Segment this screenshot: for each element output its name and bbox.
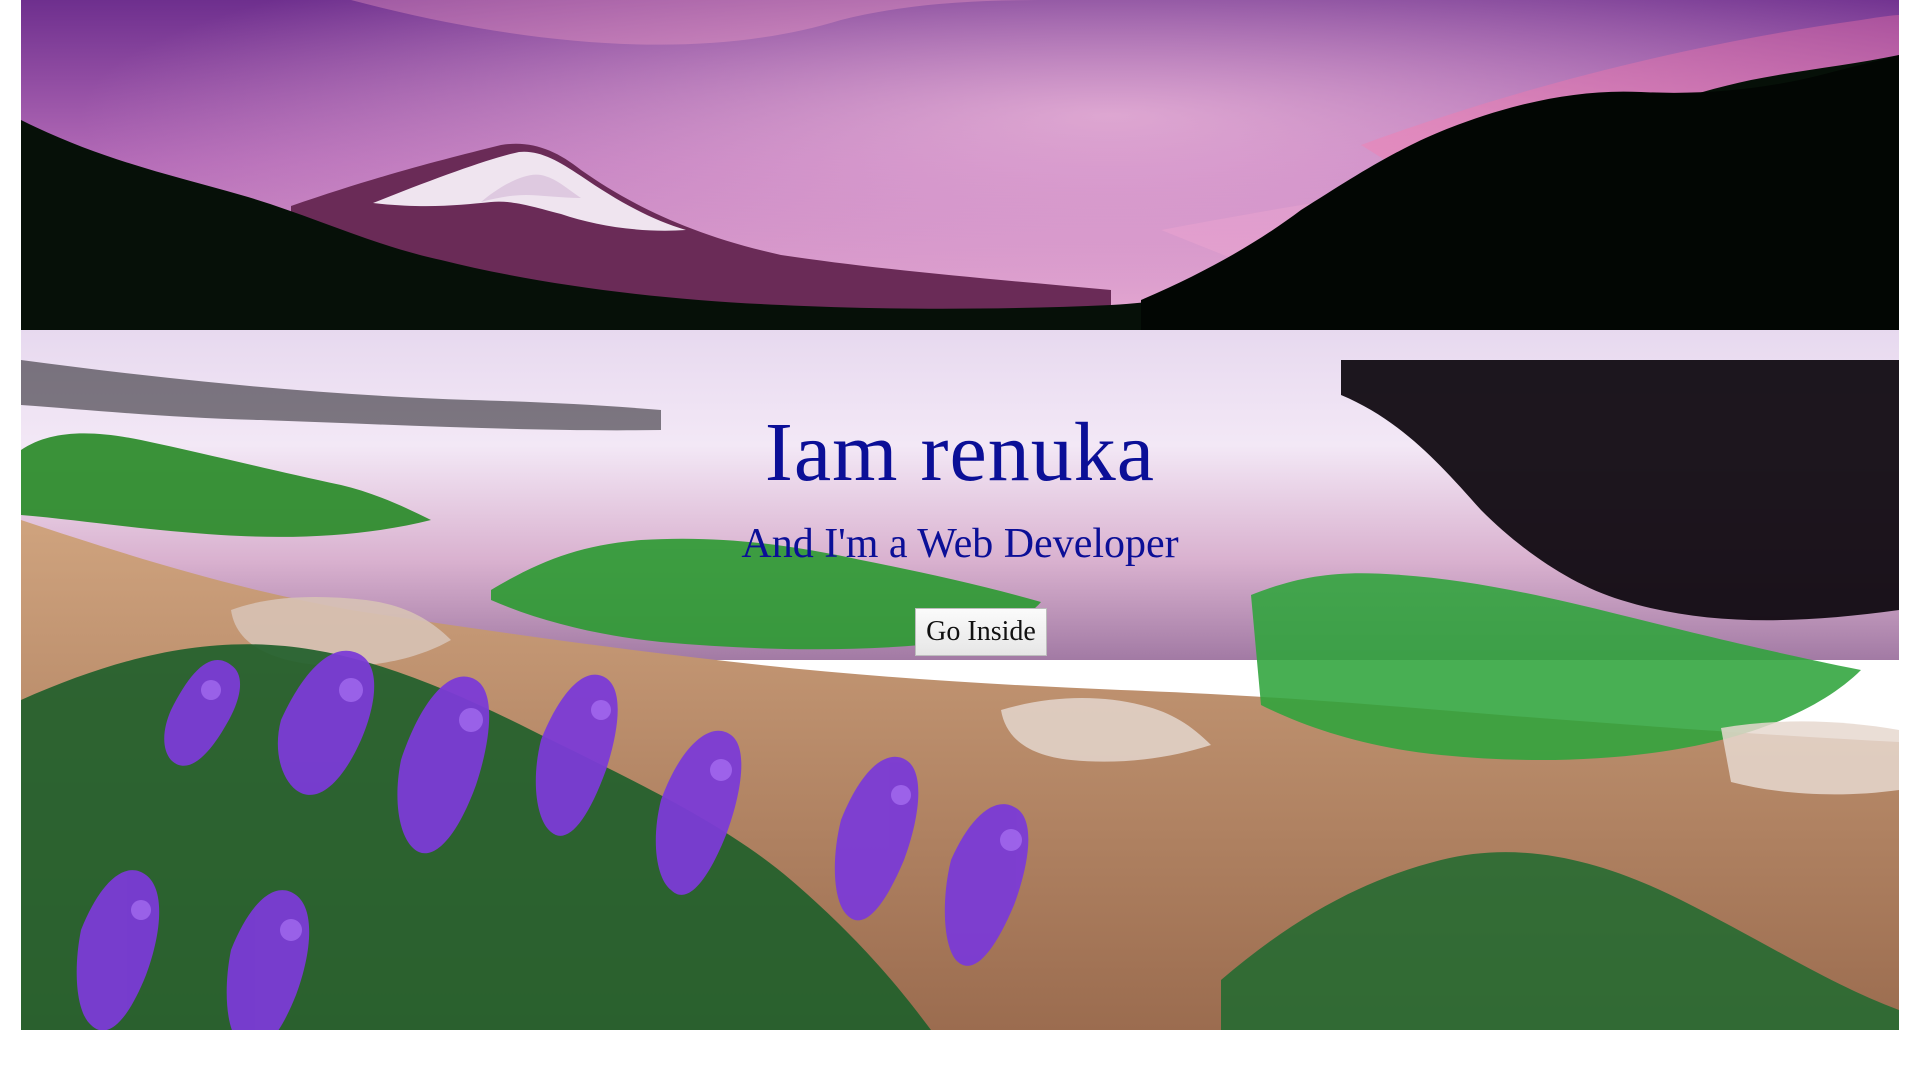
hero-section: Iam renuka And I'm a Web Developer Go In… xyxy=(21,0,1899,1030)
hero-title: Iam renuka xyxy=(764,406,1156,499)
go-inside-button[interactable]: Go Inside xyxy=(915,608,1047,656)
hero-subtitle: And I'm a Web Developer xyxy=(741,521,1179,567)
hero-overlay: Iam renuka And I'm a Web Developer Go In… xyxy=(21,0,1899,1030)
